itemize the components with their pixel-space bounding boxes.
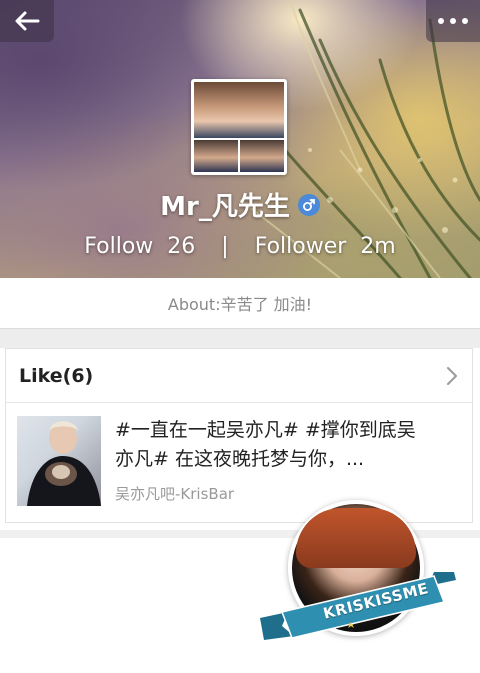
- more-options-button[interactable]: [426, 0, 480, 42]
- back-button[interactable]: [0, 0, 54, 42]
- likes-header[interactable]: Like(6): [6, 349, 472, 403]
- liked-post-thumbnail: [17, 416, 101, 506]
- profile-cover: Mr_凡先生 Follow 26 | Follower 2m: [0, 0, 480, 278]
- badge-portrait-hair: [296, 508, 416, 568]
- section-divider: [0, 328, 480, 348]
- follow-stats: Follow 26 | Follower 2m: [0, 234, 480, 259]
- liked-post-item[interactable]: #一直在一起吴亦凡# #撑你到底吴亦凡# 在这夜晚托梦与你，... 吴亦凡吧-K…: [6, 403, 472, 506]
- kriskissme-badge-sticker: KRISKISSME: [258, 500, 458, 660]
- chevron-right-icon: [447, 366, 457, 385]
- more-dots-icon: [438, 18, 444, 24]
- about-section: About:辛苦了 加油!: [0, 278, 480, 328]
- likes-card: Like(6) #一直在一起吴亦凡# #撑你到底吴亦凡# 在这夜晚托梦与你，..…: [5, 348, 473, 523]
- follower-label: Follower: [254, 234, 347, 259]
- liked-post-text: #一直在一起吴亦凡# #撑你到底吴亦凡# 在这夜晚托梦与你，...: [115, 419, 416, 470]
- follow-count: 26: [167, 234, 196, 259]
- avatar-photo-small-right: [240, 140, 284, 172]
- back-arrow-icon: [15, 11, 40, 31]
- stats-separator: |: [221, 234, 229, 259]
- follower-count: 2m: [360, 234, 396, 259]
- follow-label: Follow: [84, 234, 154, 259]
- about-text: About:辛苦了 加油!: [167, 295, 313, 314]
- likes-title: Like(6): [19, 364, 94, 387]
- profile-name-row: Mr_凡先生: [0, 186, 480, 223]
- follower-link[interactable]: Follower 2m: [255, 234, 396, 259]
- avatar-photo-main: [194, 82, 284, 138]
- follow-link[interactable]: Follow 26: [84, 234, 195, 259]
- avatar[interactable]: [191, 79, 287, 175]
- avatar-photo-small-left: [194, 140, 238, 172]
- male-gender-icon: [297, 193, 320, 216]
- profile-name: Mr_凡先生: [160, 192, 290, 222]
